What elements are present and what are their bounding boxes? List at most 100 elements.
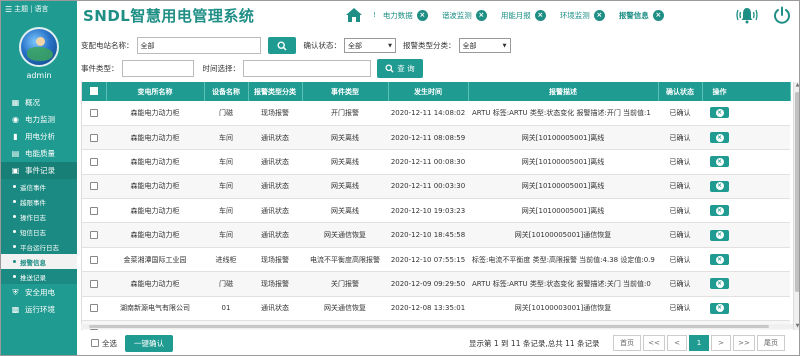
tab-power-data[interactable]: 电力数据 × [376, 7, 435, 23]
row-checkbox-cell[interactable] [82, 174, 106, 200]
sidebar-item-safety[interactable]: ⛨ 安全用电 [1, 284, 77, 301]
row-checkbox[interactable] [90, 279, 98, 288]
row-checkbox[interactable] [90, 108, 98, 117]
tab-monthly-report[interactable]: 用能月报 × [494, 7, 553, 23]
sidebar-subitem-sms-log[interactable]: 短信日志 [1, 224, 77, 239]
sidebar-item-overview[interactable]: ▦ 概况 [1, 94, 77, 111]
page-1-button[interactable]: 1 [689, 335, 709, 351]
row-checkbox-cell[interactable] [82, 101, 106, 126]
delete-button[interactable]: × [710, 156, 729, 168]
table-row[interactable]: 湖南新源电气有限公司 01 通讯状态 网关通信恢复 2020-12-08 13:35:0… [82, 296, 790, 322]
table-row[interactable]: 森能电力动力柜 门磁 现场报警 开门报警 2020-12-11 14:08:02 ARTU… [82, 101, 790, 126]
table-cell: 开门报警 [302, 101, 388, 126]
tab-alarm-info[interactable]: 报警信息 × [612, 7, 671, 23]
sidebar-item-power-monitor[interactable]: ◉ 电力监测 [1, 111, 77, 128]
column-header[interactable]: 报警类型分类 [248, 82, 303, 101]
column-header[interactable]: 变电所名称 [106, 82, 205, 101]
delete-button[interactable]: × [710, 278, 729, 290]
scrollbar-thumb[interactable] [89, 325, 769, 328]
sidebar-item-environment[interactable]: ▩ 运行环境 [1, 301, 77, 318]
row-checkbox[interactable] [90, 304, 98, 313]
sidebar-item-event-log[interactable]: ▣ 事件记录 [1, 162, 77, 179]
last-page-button[interactable]: 尾页 [757, 335, 785, 351]
first-page-button[interactable]: 首页 [613, 335, 641, 351]
station-search-button[interactable] [267, 37, 296, 54]
close-icon[interactable]: × [593, 9, 605, 21]
column-header[interactable]: 发生时间 [388, 82, 469, 101]
column-header[interactable]: 设备名称 [204, 82, 249, 101]
sidebar-item-usage-analysis[interactable]: ▮ 用电分析 [1, 128, 77, 145]
sidebar-subitem-push-records[interactable]: 推送记录 [1, 269, 77, 284]
header-select-all-checkbox[interactable] [82, 82, 107, 101]
station-input[interactable]: 全部 [136, 37, 261, 54]
table-row[interactable]: 森能电力动力柜 车间 通讯状态 网关离线 2020-12-10 19:03:23 网关[1… [82, 198, 790, 224]
row-checkbox[interactable] [90, 182, 98, 191]
theme-link[interactable]: 主题 [14, 4, 28, 14]
row-checkbox-cell[interactable] [82, 222, 106, 248]
prev-group-button[interactable]: << [643, 335, 665, 351]
prev-page-button[interactable]: < [667, 335, 687, 351]
row-checkbox-cell[interactable] [82, 198, 106, 224]
row-checkbox-cell[interactable] [82, 149, 106, 175]
column-header[interactable]: 确认状态 [658, 82, 703, 101]
close-icon[interactable]: × [652, 9, 664, 21]
select-all[interactable]: 全选 [91, 338, 117, 349]
next-page-button[interactable]: > [711, 335, 731, 351]
row-checkbox[interactable] [90, 255, 98, 264]
language-link[interactable]: 语言 [35, 4, 49, 14]
tab-environment-monitor[interactable]: 环境监测 × [553, 7, 612, 23]
column-header[interactable]: 报警描述 [468, 82, 659, 101]
table-row[interactable]: 森能电力动力柜 车间 通讯状态 网关通信恢复 2020-12-10 18:45:58 网关… [82, 222, 790, 248]
row-checkbox-cell[interactable] [82, 125, 106, 151]
table-row[interactable]: 森能电力动力柜 车间 通讯状态 网关离线 2020-12-11 00:03:30 网关[1… [82, 174, 790, 200]
confirm-status-select[interactable]: 全部 ▼ [344, 38, 396, 53]
menu-lines-icon[interactable]: ☰ [5, 5, 12, 14]
event-type-input[interactable] [121, 60, 194, 77]
alarm-type-select[interactable]: 全部 ▼ [458, 38, 511, 53]
sidebar-subitem-telemetry-events[interactable]: 遥信事件 [1, 179, 77, 194]
avatar[interactable] [19, 27, 59, 67]
scroll-up-icon[interactable]: ▲ [794, 82, 799, 89]
row-checkbox[interactable] [90, 206, 98, 215]
row-checkbox-cell[interactable] [82, 271, 106, 297]
delete-button[interactable]: × [710, 254, 729, 266]
delete-button[interactable]: × [710, 107, 729, 119]
home-icon[interactable] [345, 7, 363, 23]
close-icon[interactable]: × [475, 9, 487, 21]
column-header[interactable]: 操作 [702, 82, 791, 101]
alarm-bell-icon[interactable] [735, 6, 759, 24]
scrollbar-thumb[interactable] [795, 92, 799, 292]
power-icon[interactable] [773, 6, 791, 24]
table-row[interactable]: 森能电力动力柜 车间 通讯状态 网关离线 2020-12-11 08:08:59 网关[1… [82, 125, 790, 151]
row-checkbox[interactable] [90, 231, 98, 240]
column-header[interactable]: 事件类型 [302, 82, 389, 101]
row-checkbox-cell[interactable] [82, 296, 106, 322]
delete-button[interactable]: × [710, 229, 729, 241]
table-row[interactable]: 金菜湘潭国际工业园 进线柜 现场报警 电流不平衡度高限报警 2020-12-10 07:… [82, 247, 790, 273]
tab-harmonic-monitor[interactable]: 谐波监测 × [435, 7, 494, 23]
next-group-button[interactable]: >> [733, 335, 755, 351]
row-checkbox[interactable] [90, 133, 98, 142]
table-row[interactable]: 森能电力动力柜 车间 通讯状态 网关离线 2020-12-11 00:08:30 网关[1… [82, 149, 790, 175]
sidebar-item-power-quality[interactable]: ▤ 电能质量 [1, 145, 77, 162]
sidebar-subitem-limit-events[interactable]: 越限事件 [1, 194, 77, 209]
scroll-down-icon[interactable]: ▼ [794, 323, 799, 330]
table-row[interactable]: 森能电力动力柜 门磁 现场报警 关门报警 2020-12-09 09:29:50 ARTU… [82, 271, 790, 297]
query-button[interactable]: 查 询 [377, 59, 423, 78]
sidebar-subitem-operation-log[interactable]: 操作日志 [1, 209, 77, 224]
vertical-scrollbar[interactable]: ▲ ▼ [793, 82, 799, 330]
delete-button[interactable]: × [710, 302, 729, 314]
delete-button[interactable]: × [710, 132, 729, 144]
horizontal-scrollbar[interactable] [81, 324, 793, 329]
select-all-checkbox[interactable] [91, 339, 99, 347]
row-checkbox[interactable] [90, 157, 98, 166]
sidebar-subitem-platform-log[interactable]: 平台运行日志 [1, 239, 77, 254]
delete-button[interactable]: × [710, 205, 729, 217]
time-input[interactable] [243, 60, 371, 77]
sidebar-subitem-alarm-info[interactable]: 报警信息 [1, 254, 77, 269]
bulk-confirm-button[interactable]: 一键确认 [125, 334, 173, 352]
delete-button[interactable]: × [710, 180, 729, 192]
close-icon[interactable]: × [416, 9, 428, 21]
row-checkbox-cell[interactable] [82, 247, 106, 273]
close-icon[interactable]: × [534, 9, 546, 21]
